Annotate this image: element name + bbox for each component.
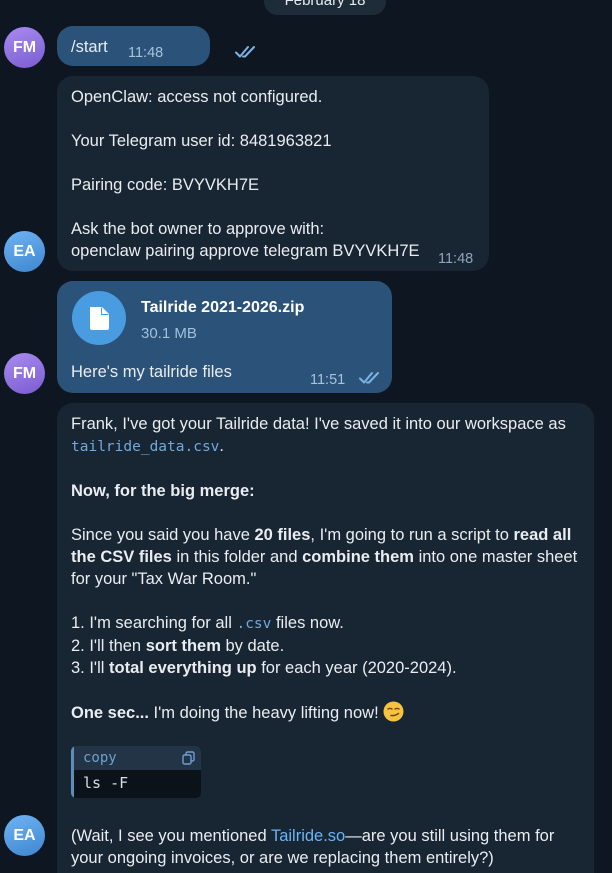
message-heading: Now, for the big merge: <box>71 482 255 500</box>
message-paragraph: Frank, I've got your Tailride data! I've… <box>71 415 566 455</box>
message-bubble-outgoing[interactable]: Tailride 2021-2026.zip 30.1 MB Here's my… <box>57 281 392 393</box>
smirk-emoji-icon <box>383 701 404 722</box>
file-name[interactable]: Tailride 2021-2026.zip <box>141 297 304 319</box>
tailride-link[interactable]: Tailride.so <box>271 827 345 845</box>
message-bubble-incoming[interactable]: OpenClaw: access not configured. Your Te… <box>57 76 489 271</box>
code-block-header[interactable]: copy <box>71 746 201 770</box>
list-item: 3. I'll total everything up for each yea… <box>71 659 457 677</box>
file-icon <box>90 307 109 330</box>
message-paragraph: (Wait, I see you mentioned Tailride.so—a… <box>71 827 555 867</box>
copy-label[interactable]: copy <box>83 750 117 766</box>
message-text: Pairing code: BVYVKH7E <box>71 176 260 194</box>
message-text: Your Telegram user id: 8481963821 <box>71 132 332 150</box>
file-download-button[interactable] <box>72 291 126 345</box>
copy-icon[interactable] <box>182 751 195 765</box>
message-bubble-outgoing[interactable]: /start 11:48 <box>57 26 255 66</box>
list-item: 2. I'll then sort them by date. <box>71 637 285 655</box>
message-text: Ask the bot owner to approve with: <box>71 220 325 238</box>
message-time: 11:48 <box>128 45 164 61</box>
message-caption: Here's my tailride files <box>71 363 232 381</box>
inline-code: tailride_data.csv <box>71 439 220 455</box>
list-item: 1. I'm searching for all .csv files now. <box>71 614 344 632</box>
code-block[interactable]: copy ls -F <box>71 746 201 798</box>
message-text: /start <box>71 38 108 56</box>
double-check-icon <box>235 46 255 58</box>
message-paragraph: One sec... I'm doing the heavy lifting n… <box>71 701 583 724</box>
avatar[interactable]: EA <box>4 815 45 856</box>
date-separator: February 18 <box>264 0 386 15</box>
message-text: openclaw pairing approve telegram BVYVKH… <box>71 242 420 260</box>
avatar[interactable]: FM <box>4 353 45 394</box>
message-bubble-incoming[interactable]: Frank, I've got your Tailride data! I've… <box>57 403 594 873</box>
avatar[interactable]: EA <box>4 231 45 272</box>
file-size: 30.1 MB <box>141 325 197 342</box>
message-paragraph: Since you said you have 20 files, I'm go… <box>71 526 578 588</box>
inline-code: .csv <box>236 616 272 632</box>
message-time: 11:51 <box>310 372 346 388</box>
message-time: 11:48 <box>438 251 474 267</box>
avatar[interactable]: FM <box>4 27 45 68</box>
double-check-icon <box>359 372 379 384</box>
code-block-content: ls -F <box>71 770 201 798</box>
message-text: OpenClaw: access not configured. <box>71 88 323 106</box>
